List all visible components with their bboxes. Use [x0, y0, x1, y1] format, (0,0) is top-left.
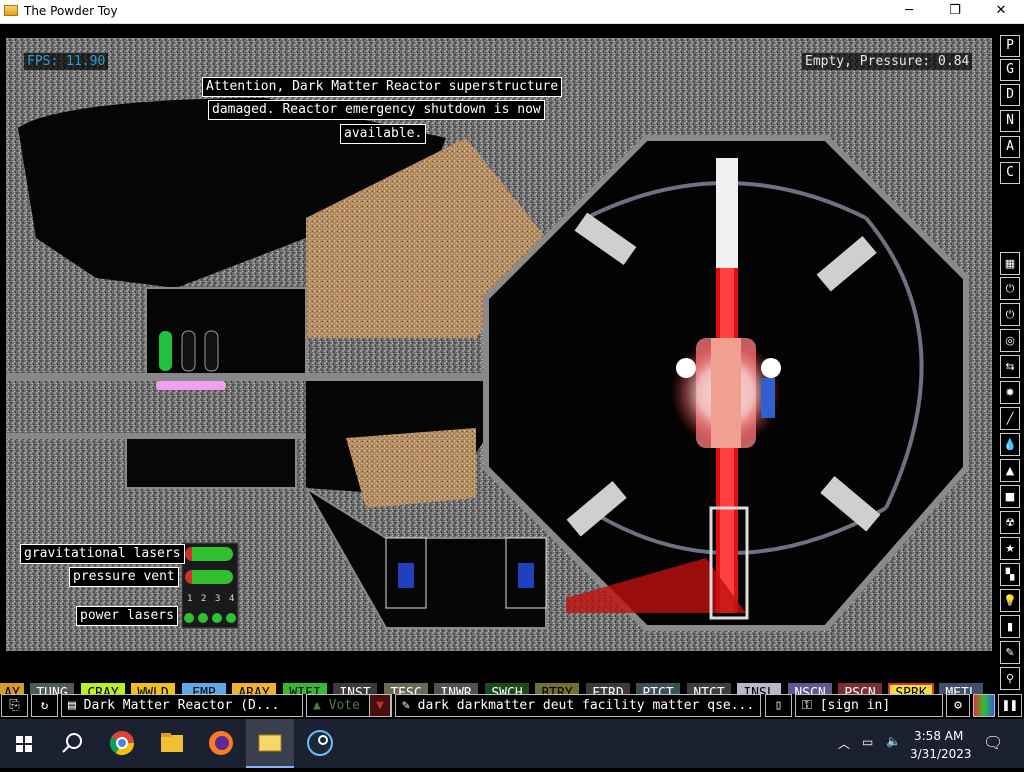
volume-icon[interactable]: 🔈 [886, 734, 901, 748]
file-explorer-icon[interactable] [148, 719, 196, 768]
switch-label: 1 [187, 594, 192, 604]
reload-button[interactable]: ↻ [31, 694, 58, 717]
radioactive-icon[interactable]: ☢ [1000, 511, 1020, 534]
clock-time[interactable]: 3:58 AM [914, 729, 963, 743]
tag-icon: ✎ [402, 698, 410, 713]
powder-toy-taskbar-icon[interactable] [246, 719, 294, 768]
sign-in-label: [sign in] [819, 698, 891, 713]
window-title-bar: The Powder Toy ─ ❐ ✕ [0, 0, 1024, 24]
save-menu-bar: ⎘ ↻ ▤ Dark Matter Reactor (D... ▲ Vote ▼… [0, 694, 1024, 719]
power-lasers-sign[interactable]: power lasers [76, 606, 178, 626]
tags-field[interactable]: ✎ dark darkmatter deut facility matter q… [395, 694, 761, 717]
open-save-button[interactable]: ⎘ [1, 694, 28, 717]
favorites-icon[interactable]: ▮ [1000, 615, 1020, 638]
pressure-readout: Empty, Pressure: 0.84 [802, 53, 973, 70]
start-windows-icon[interactable] [0, 719, 48, 768]
settings-icon[interactable]: ⚙ [946, 694, 970, 717]
solids-icon[interactable]: ■ [1000, 485, 1020, 508]
windows-taskbar: ︿ ▭ 🔈 3:58 AM 3/31/2023 🗨 [0, 719, 1024, 768]
switch-label: 4 [229, 594, 234, 604]
pressure-vent-sign[interactable]: pressure vent [69, 567, 179, 587]
maximize-button[interactable]: ❐ [932, 0, 978, 23]
notifications-icon[interactable]: 🗨 [983, 733, 1003, 752]
save-name-button[interactable]: ▤ Dark Matter Reactor (D... [61, 694, 303, 717]
powder-toy-app-icon [4, 5, 18, 16]
life-icon[interactable]: ▚ [1000, 563, 1020, 586]
special-icon[interactable]: ★ [1000, 537, 1020, 560]
decoration-icon[interactable]: ✎ [1000, 641, 1020, 664]
menu-button-a[interactable]: A [1000, 136, 1020, 158]
search-taskbar-icon[interactable] [48, 719, 96, 768]
show-hidden-icons-icon[interactable]: ︿ [838, 735, 850, 752]
powders-icon[interactable]: ▲ [1000, 459, 1020, 482]
steam-icon[interactable] [296, 719, 344, 768]
switch-label: 2 [201, 594, 206, 604]
thumbs-up-icon: ▲ [313, 698, 321, 713]
reactor-alert-line3[interactable]: available. [340, 124, 427, 144]
clock-date[interactable]: 3/31/2023 [910, 747, 972, 761]
menu-button-d[interactable]: D [1000, 84, 1020, 106]
vote-label: Vote [328, 698, 360, 713]
pause-button[interactable]: ❚❚ [998, 694, 1022, 717]
close-button[interactable]: ✕ [978, 0, 1024, 23]
key-icon: ⚿ [802, 698, 812, 713]
gases-icon[interactable]: ╱ [1000, 407, 1020, 430]
network-icon[interactable]: ▭ [862, 735, 873, 749]
tools-icon[interactable]: 💡 [1000, 589, 1020, 612]
switch-label: 3 [215, 594, 220, 604]
liquids-icon[interactable]: 💧 [1000, 433, 1020, 456]
tags-text: dark darkmatter deut facility matter qse… [417, 698, 755, 713]
force-icon[interactable]: ⇆ [1000, 355, 1020, 378]
powered-icon[interactable]: ⏻ [1000, 303, 1020, 326]
walls-icon[interactable]: ▦ [1000, 252, 1020, 275]
gravitational-lasers-sign[interactable]: gravitational lasers [20, 544, 185, 564]
search-icon[interactable]: ⚲ [1000, 667, 1020, 690]
explosives-icon[interactable]: ✸ [1000, 381, 1020, 404]
menu-button-n[interactable]: N [1000, 110, 1020, 132]
new-simulation-button[interactable]: ▯ [765, 694, 792, 717]
sensors-icon[interactable]: ◎ [1000, 329, 1020, 352]
electronics-icon[interactable]: ⏻ [1000, 277, 1020, 300]
render-options-icon[interactable] [973, 694, 995, 717]
save-name: Dark Matter Reactor (D... [83, 698, 280, 713]
reactor-alert-line1[interactable]: Attention, Dark Matter Reactor superstru… [202, 77, 563, 97]
minimize-button[interactable]: ─ [886, 0, 932, 23]
firefox-icon[interactable] [197, 719, 245, 768]
game-area: 1 2 3 4 FPS: 11.90 Empty, Pressure: 0.84… [0, 24, 1024, 719]
menu-button-g[interactable]: G [1000, 59, 1020, 81]
menu-button-p[interactable]: P [1000, 35, 1020, 57]
reactor-alert-line2[interactable]: damaged. Reactor emergency shutdown is n… [208, 100, 545, 120]
save-icon: ▤ [68, 698, 76, 713]
menu-button-c[interactable]: C [1000, 162, 1020, 184]
chrome-icon[interactable] [98, 719, 146, 768]
fps-counter: FPS: 11.90 [24, 53, 109, 70]
window-title: The Powder Toy [24, 4, 118, 18]
thumbs-down-icon: ▼ [376, 698, 384, 713]
sign-in-button[interactable]: ⚿ [sign in] [795, 694, 943, 717]
vote-down-button[interactable]: ▼ [369, 694, 391, 717]
